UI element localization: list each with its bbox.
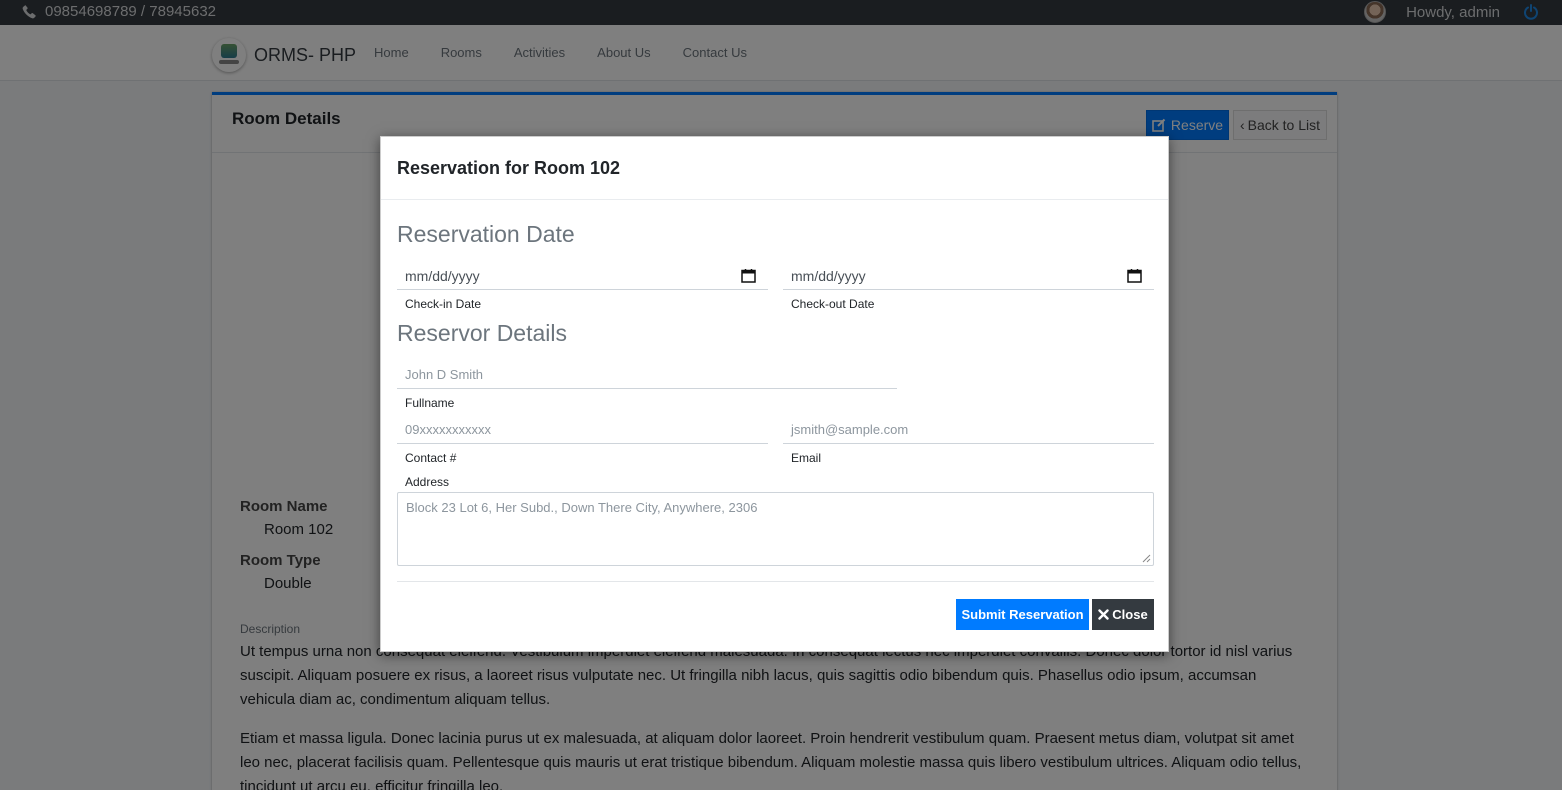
contact-label: Contact # [405,451,457,465]
checkin-placeholder: mm/dd/yyyy [405,268,480,284]
fullname-input[interactable]: John D Smith [397,359,897,389]
checkin-label: Check-in Date [405,297,482,311]
checkout-date-input[interactable]: mm/dd/yyyy [783,260,1154,290]
footer-divider [397,581,1154,582]
email-placeholder: jsmith@sample.com [791,422,909,437]
address-textarea[interactable]: Block 23 Lot 6, Her Subd., Down There Ci… [397,492,1154,566]
reservor-details-heading: Reservor Details [397,320,567,346]
close-icon [1098,609,1109,620]
reservation-date-heading: Reservation Date [397,221,575,247]
submit-reservation-button[interactable]: Submit Reservation [956,599,1089,630]
calendar-icon[interactable] [1127,268,1142,283]
modal-title: Reservation for Room 102 [397,158,621,178]
checkout-label: Check-out Date [791,297,875,311]
fullname-placeholder: John D Smith [405,367,484,382]
fullname-label: Fullname [405,396,455,410]
email-input[interactable]: jsmith@sample.com [783,414,1154,444]
resize-grip-icon[interactable] [1142,554,1151,563]
contact-placeholder: 09xxxxxxxxxxx [405,422,491,437]
close-label: Close [1112,607,1148,622]
modal-header: Reservation for Room 102 [381,137,1168,200]
checkin-date-input[interactable]: mm/dd/yyyy [397,260,768,290]
contact-input[interactable]: 09xxxxxxxxxxx [397,414,768,444]
checkout-placeholder: mm/dd/yyyy [791,268,866,284]
address-placeholder: Block 23 Lot 6, Her Subd., Down There Ci… [406,500,758,515]
address-label: Address [405,475,450,489]
email-label: Email [791,451,822,465]
close-button[interactable]: Close [1092,599,1154,630]
reservation-modal: Reservation for Room 102 Reservation Dat… [380,136,1169,652]
calendar-icon[interactable] [741,268,756,283]
